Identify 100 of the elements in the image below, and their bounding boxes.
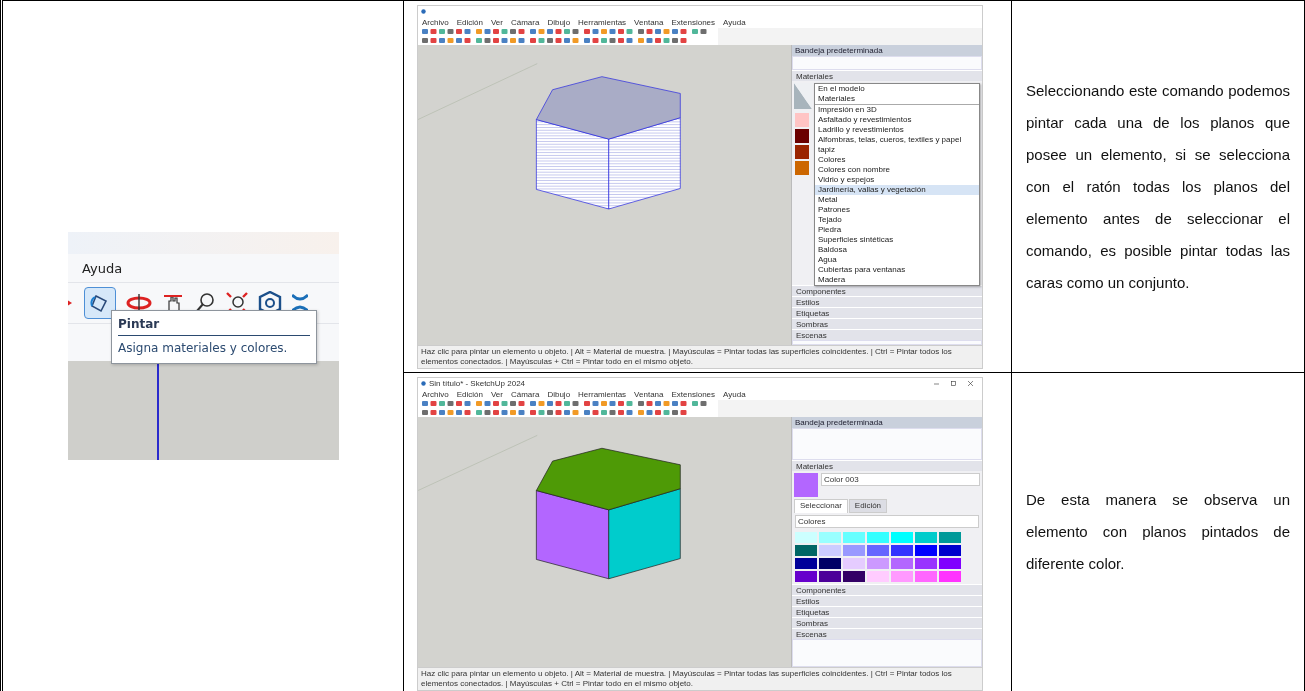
color-swatch[interactable] bbox=[819, 545, 841, 556]
section-header[interactable]: Sombras bbox=[792, 617, 982, 628]
library-item[interactable]: Materiales bbox=[815, 94, 979, 105]
section-header[interactable]: Estilos bbox=[792, 595, 982, 606]
library-item[interactable]: En el modelo bbox=[815, 84, 979, 94]
library-item[interactable]: Jardinería, vallas y vegetación bbox=[815, 185, 979, 195]
library-item[interactable]: Agua bbox=[815, 255, 979, 265]
color-swatch[interactable] bbox=[867, 571, 889, 582]
color-swatch[interactable] bbox=[891, 545, 913, 556]
menu-item[interactable]: Archivo bbox=[422, 389, 449, 400]
status-text: Haz clic para pintar un elemento u objeto. | Alt = Material de muestra. | Mayúsculas = Pintar todas las superficies coincidentes. | Ctrl = Pintar todos los elementos conectados. | Mayúsculas + Ctrl = Pintar todo en el mismo objeto. bbox=[418, 345, 982, 368]
menu-item[interactable]: Ventana bbox=[634, 17, 664, 28]
menu-item[interactable]: Ver bbox=[490, 389, 503, 400]
color-swatch[interactable] bbox=[795, 145, 809, 159]
section-header[interactable]: Estilos bbox=[792, 296, 982, 307]
panel-tab[interactable]: Seleccionar bbox=[794, 499, 848, 513]
maximize-icon bbox=[951, 381, 956, 386]
color-swatch[interactable] bbox=[939, 558, 961, 569]
library-item[interactable]: Colores bbox=[815, 155, 979, 165]
library-item[interactable]: Piedra bbox=[815, 225, 979, 235]
color-swatch[interactable] bbox=[891, 558, 913, 569]
color-swatch[interactable] bbox=[915, 545, 937, 556]
color-swatch[interactable] bbox=[915, 558, 937, 569]
menu-item[interactable]: Edición bbox=[456, 17, 483, 28]
menu-item[interactable]: Herramientas bbox=[578, 389, 627, 400]
menu-item[interactable]: Ver bbox=[490, 17, 503, 28]
color-swatch[interactable] bbox=[891, 532, 913, 543]
color-swatch[interactable] bbox=[819, 532, 841, 543]
section-header[interactable]: Etiquetas bbox=[792, 606, 982, 617]
menu-item[interactable]: Edición bbox=[456, 389, 483, 400]
menu-item[interactable]: Herramientas bbox=[578, 17, 627, 28]
section-header[interactable]: Etiquetas bbox=[792, 307, 982, 318]
menu-item[interactable]: Dibujo bbox=[547, 17, 571, 28]
color-swatch[interactable] bbox=[915, 571, 937, 582]
menu-item[interactable]: Dibujo bbox=[547, 389, 571, 400]
color-swatch[interactable] bbox=[819, 571, 841, 582]
menu-item[interactable]: Cámara bbox=[510, 17, 540, 28]
menu-item[interactable]: Extensiones bbox=[671, 17, 716, 28]
library-item[interactable]: Cubiertas para ventanas bbox=[815, 265, 979, 275]
library-item[interactable]: Ladrillo y revestimientos bbox=[815, 125, 979, 135]
library-item[interactable]: Asfaltado y revestimientos bbox=[815, 115, 979, 125]
section-header[interactable]: Componentes bbox=[792, 285, 982, 296]
menu-item[interactable]: Ventana bbox=[634, 389, 664, 400]
library-item[interactable]: Metal bbox=[815, 195, 979, 205]
library-dropdown[interactable]: Colores bbox=[795, 515, 979, 528]
color-swatch[interactable] bbox=[939, 571, 961, 582]
color-swatch[interactable] bbox=[819, 558, 841, 569]
color-swatch[interactable] bbox=[867, 532, 889, 543]
section-header[interactable]: Materiales bbox=[792, 460, 982, 471]
section-header[interactable]: Escenas bbox=[792, 628, 982, 639]
tooltip-text: Asigna materiales y colores. bbox=[118, 341, 289, 355]
app-logo-icon bbox=[421, 381, 426, 386]
color-swatch[interactable] bbox=[891, 571, 913, 582]
library-item[interactable]: Impresión en 3D bbox=[815, 105, 979, 115]
color-swatch[interactable] bbox=[795, 129, 809, 143]
close-icon bbox=[968, 381, 973, 386]
library-item[interactable]: Vidrio y espejos bbox=[815, 175, 979, 185]
section-header[interactable]: Componentes bbox=[792, 584, 982, 595]
color-swatch[interactable] bbox=[867, 545, 889, 556]
library-item[interactable]: Colores con nombre bbox=[815, 165, 979, 175]
color-swatch[interactable] bbox=[843, 558, 865, 569]
section-header[interactable]: Materiales bbox=[792, 70, 982, 81]
paint-bucket-button[interactable] bbox=[84, 287, 116, 319]
menu-item[interactable]: Ayuda bbox=[82, 260, 123, 276]
library-item[interactable]: Madera bbox=[815, 275, 979, 285]
menu-item[interactable]: Ayuda bbox=[723, 389, 746, 400]
menu-item[interactable]: Archivo bbox=[422, 17, 449, 28]
color-swatch[interactable] bbox=[867, 558, 889, 569]
library-item[interactable]: Alfombras, telas, cueros, textiles y papel tapiz bbox=[815, 135, 979, 155]
library-item[interactable]: Superficies sintéticas bbox=[815, 235, 979, 245]
color-swatch[interactable] bbox=[795, 161, 809, 175]
color-swatch[interactable] bbox=[915, 532, 937, 543]
library-item[interactable]: Tejado bbox=[815, 215, 979, 225]
menu-item[interactable]: Extensiones bbox=[671, 389, 716, 400]
color-swatch[interactable] bbox=[795, 571, 817, 582]
status-text: Haz clic para pintar un elemento u objeto. | Alt = Material de muestra. | Mayúsculas = Pintar todas las superficies coincidentes. | Ctrl = Pintar todos los elementos conectados. | Mayúsculas + Ctrl = Pintar todo en el mismo objeto. bbox=[418, 667, 982, 690]
material-name-field[interactable]: Color 003 bbox=[821, 473, 980, 486]
library-item[interactable]: Patrones bbox=[815, 205, 979, 215]
menu-item[interactable]: Cámara bbox=[510, 389, 540, 400]
color-swatch[interactable] bbox=[795, 532, 817, 543]
color-swatch[interactable] bbox=[939, 532, 961, 543]
section-header[interactable]: Sombras bbox=[792, 318, 982, 329]
tooltip-title: Pintar bbox=[118, 317, 310, 336]
description-text: De esta manera se observa un elemento con planos pintados de diferente color. bbox=[1026, 490, 1290, 574]
minimize-icon bbox=[934, 381, 939, 386]
color-swatch[interactable] bbox=[795, 545, 817, 556]
color-swatch[interactable] bbox=[843, 545, 865, 556]
window-title: Sin título* - SketchUp 2024 bbox=[429, 378, 526, 389]
panel-tab[interactable]: Edición bbox=[848, 499, 888, 513]
color-swatch[interactable] bbox=[795, 558, 817, 569]
app-logo-icon bbox=[421, 9, 426, 14]
color-swatch[interactable] bbox=[843, 532, 865, 543]
color-swatch[interactable] bbox=[843, 571, 865, 582]
color-swatch[interactable] bbox=[939, 545, 961, 556]
menu-item[interactable]: Ayuda bbox=[723, 17, 746, 28]
section-header[interactable]: Escenas bbox=[792, 329, 982, 340]
color-swatch[interactable] bbox=[795, 113, 809, 127]
library-item[interactable]: Baldosa bbox=[815, 245, 979, 255]
material-preview bbox=[794, 83, 812, 109]
description-text: Seleccionando este comando podemos pintar cada una de los planos que posee un elemento, si se selecciona con el ratón todas los planos del elemento antes de seleccionar el comando, es posible pintar todas las caras como un conjunto. bbox=[1026, 80, 1290, 293]
